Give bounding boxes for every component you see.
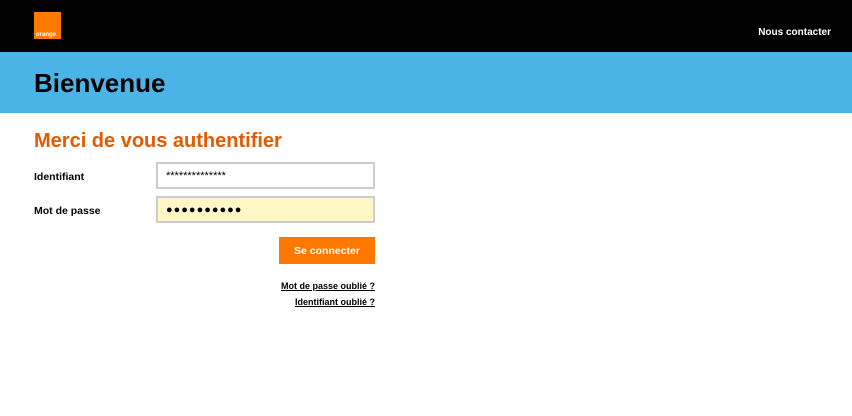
- orange-logo[interactable]: orange: [34, 12, 61, 39]
- login-button[interactable]: Se connecter: [279, 237, 375, 264]
- logo-text: orange: [36, 32, 57, 38]
- forgot-password-link[interactable]: Mot de passe oublié ?: [281, 281, 375, 291]
- page-title: Bienvenue: [34, 68, 166, 98]
- form-title: Merci de vous authentifier: [34, 130, 282, 152]
- identifier-input[interactable]: [156, 162, 375, 189]
- contact-link[interactable]: Nous contacter: [758, 27, 831, 38]
- password-label: Mot de passe: [34, 205, 101, 217]
- identifier-label: Identifiant: [34, 171, 85, 183]
- forgot-identifier-link[interactable]: Identifiant oublié ?: [295, 297, 375, 307]
- password-input[interactable]: [156, 196, 375, 223]
- welcome-banner: Bienvenue: [0, 52, 852, 113]
- top-bar: orange Nous contacter: [0, 0, 852, 52]
